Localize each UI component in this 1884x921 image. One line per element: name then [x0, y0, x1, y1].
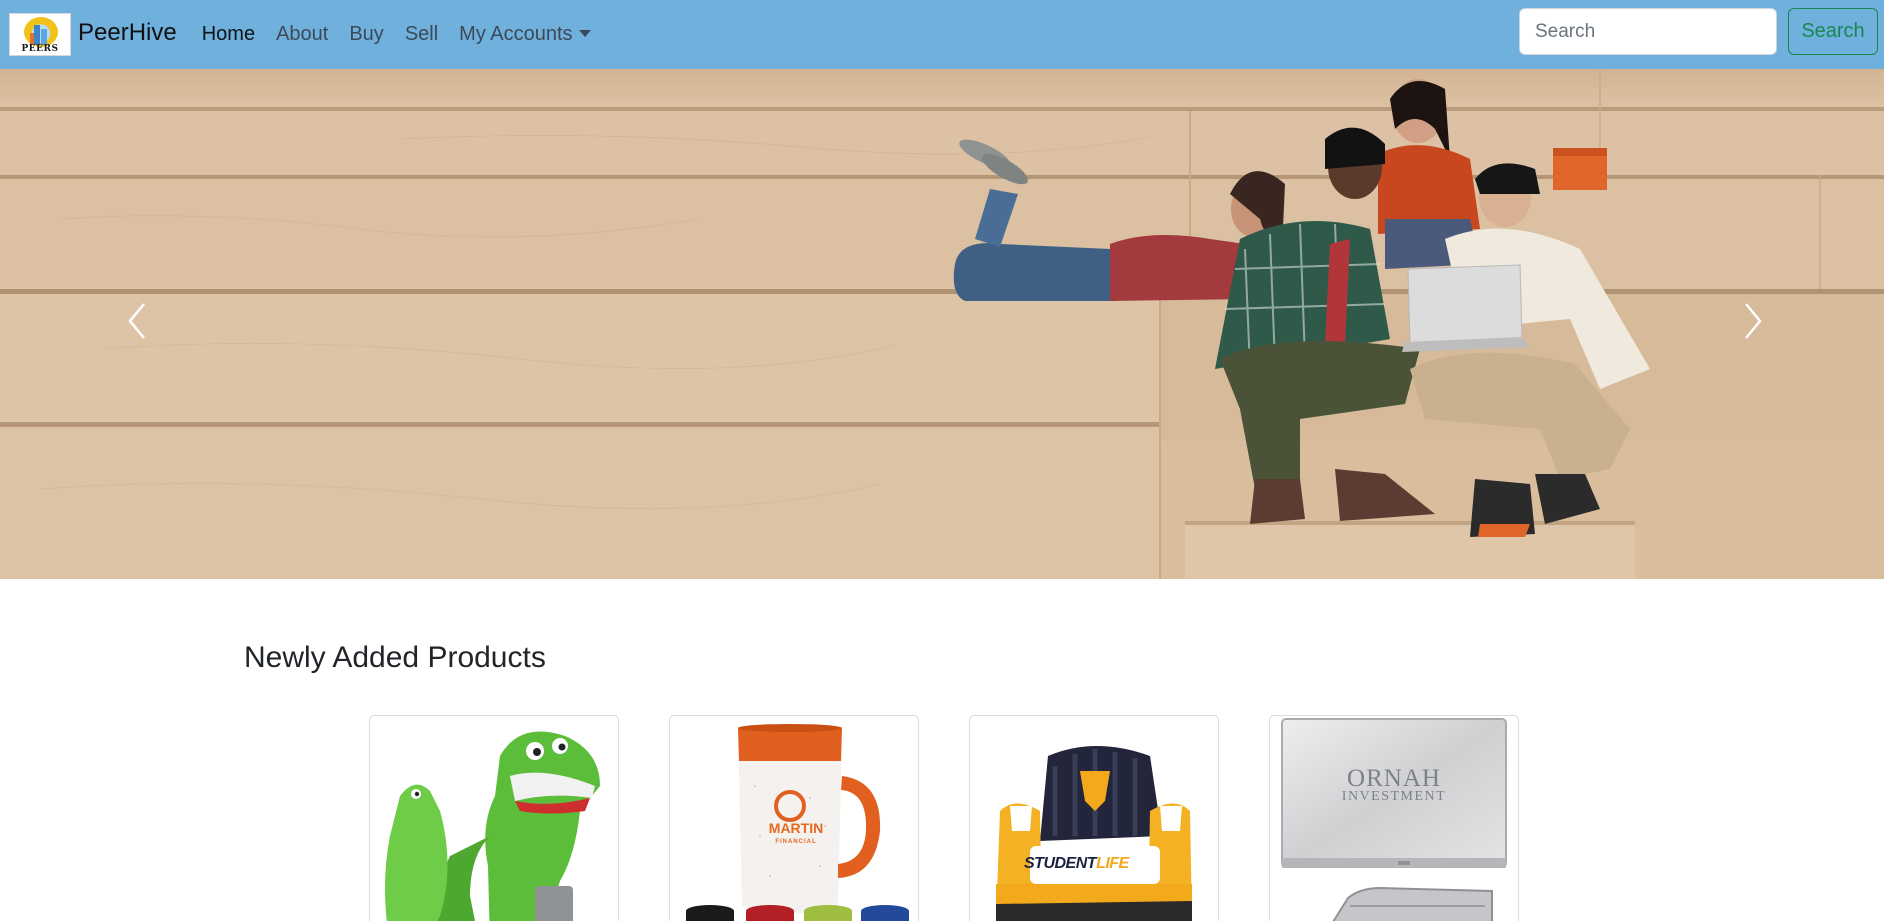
- mug-image: [686, 724, 909, 921]
- inflatable-chair-image: [996, 746, 1192, 921]
- card-case-engraving: ORNAH INVESTMENT: [1270, 765, 1518, 805]
- chevron-right-icon: [1745, 303, 1762, 339]
- nav-buy[interactable]: Buy: [349, 23, 383, 46]
- logo-building: [34, 25, 40, 45]
- alligator-toy-image: [385, 731, 600, 921]
- logo-text: PEERS: [21, 44, 59, 54]
- brand-name[interactable]: PeerHive: [78, 19, 177, 47]
- product-card[interactable]: [369, 715, 619, 921]
- carousel-prev-button[interactable]: [118, 296, 158, 346]
- mug-print-label: MARTIN FINANCIAL: [766, 821, 826, 849]
- navbar: PEERS PeerHive Home About Buy Sell My Ac…: [0, 0, 1884, 69]
- case-label-line2: INVESTMENT: [1341, 789, 1447, 804]
- caret-down-icon: [578, 29, 591, 37]
- logo-building: [41, 29, 47, 45]
- chevron-left-icon: [128, 303, 145, 339]
- nav-about[interactable]: About: [276, 23, 328, 46]
- nav-home[interactable]: Home: [202, 23, 255, 46]
- card-case-image: [1281, 718, 1507, 921]
- brand[interactable]: PEERS PeerHive: [9, 13, 177, 56]
- mug-label-sub: FINANCIAL: [775, 839, 817, 845]
- search-button[interactable]: Search: [1788, 8, 1878, 55]
- main-nav: Home About Buy Sell My Accounts: [202, 23, 612, 46]
- chair-print-label: STUDENTLIFE: [1024, 855, 1144, 873]
- carousel-next-button[interactable]: [1732, 296, 1772, 346]
- chair-label-a: STUDENT: [1024, 855, 1097, 872]
- mug-label-main: MARTIN: [768, 820, 824, 836]
- peerhive-logo[interactable]: PEERS: [9, 13, 71, 56]
- chair-label-b: LIFE: [1096, 855, 1129, 872]
- hero-photo: [0, 69, 1884, 579]
- nav-sell[interactable]: Sell: [405, 23, 438, 46]
- product-card[interactable]: MARTIN FINANCIAL: [669, 715, 919, 921]
- product-card[interactable]: ORNAH INVESTMENT: [1269, 715, 1519, 921]
- nav-my-accounts-dropdown[interactable]: My Accounts: [459, 23, 591, 46]
- search-form: Search: [1519, 8, 1878, 55]
- search-input[interactable]: [1519, 8, 1777, 55]
- product-card[interactable]: STUDENTLIFE: [969, 715, 1219, 921]
- nav-my-accounts-label: My Accounts: [459, 23, 573, 45]
- hero-carousel: [0, 69, 1884, 579]
- section-title: Newly Added Products: [244, 641, 546, 674]
